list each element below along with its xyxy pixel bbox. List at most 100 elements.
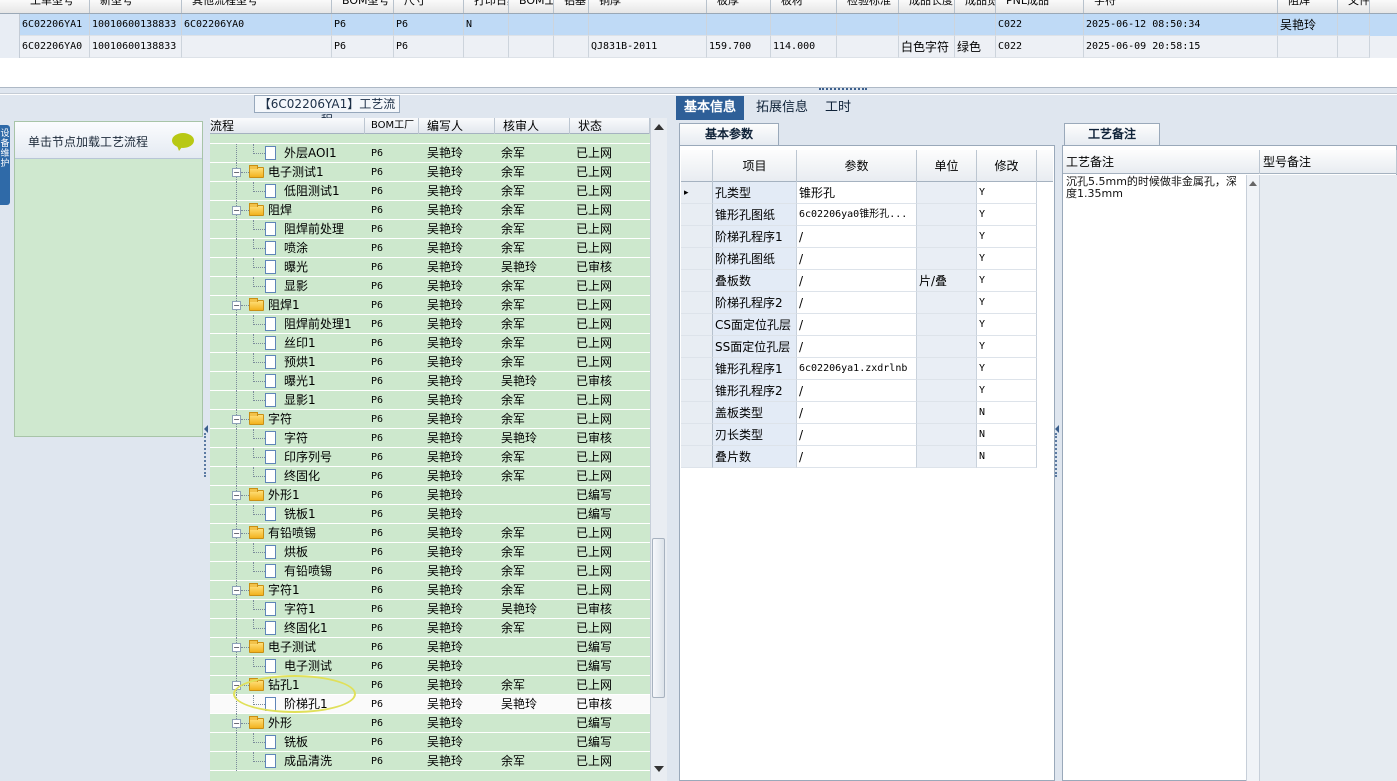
table-row[interactable]: − 外形 P6 吴艳玲 已编写 (210, 714, 650, 733)
table-row[interactable]: − 电子测试1 P6 吴艳玲 余军 已上网 (210, 163, 650, 182)
table-row[interactable]: 外层AOI1 P6 吴艳玲 余军 已上网 (210, 144, 650, 163)
col-header[interactable]: 板厚 (707, 0, 771, 13)
splitter-grip-icon[interactable] (819, 88, 867, 92)
row-selector[interactable] (681, 270, 713, 292)
table-row[interactable]: 阶梯孔图纸 / Y (681, 248, 1053, 270)
col-header[interactable]: 铝基 (554, 0, 589, 13)
table-row[interactable]: 锥形孔程序1 6c02206ya1.zxdrlnb Y (681, 358, 1053, 380)
process-remark-text[interactable]: 沉孔5.5mm的时候做非金属孔，深度1.35mm (1064, 176, 1246, 781)
tab-basic-params[interactable]: 基本参数 (679, 123, 779, 145)
col-header[interactable]: 成品宽度 (955, 0, 996, 13)
table-row[interactable]: 低阻测试1 P6 吴艳玲 余军 已上网 (210, 182, 650, 201)
row-selector[interactable] (681, 380, 713, 402)
col-writer[interactable]: 编写人 (419, 118, 495, 134)
col-header[interactable]: 打印日期 (464, 0, 509, 13)
table-row[interactable]: 6C02206YA1 10010600138833 6C02206YA0 P6 … (0, 14, 1397, 36)
table-row[interactable]: 丝印1 P6 吴艳玲 余军 已上网 (210, 334, 650, 353)
table-row[interactable]: 有铅喷锡 P6 吴艳玲 余军 已上网 (210, 562, 650, 581)
param-value[interactable]: 锥形孔 (797, 182, 917, 204)
scroll-up-icon[interactable] (654, 124, 664, 130)
table-row[interactable]: 锥形孔图纸 6c02206ya0锥形孔... Y (681, 204, 1053, 226)
table-row[interactable]: 显影 P6 吴艳玲 余军 已上网 (210, 277, 650, 296)
table-row[interactable]: 阻焊前处理 P6 吴艳玲 余军 已上网 (210, 220, 650, 239)
table-row[interactable]: 阶梯孔程序2/ Y (681, 292, 1053, 314)
collapse-node-icon[interactable]: − (232, 529, 241, 538)
table-row[interactable]: 铣板 P6 吴艳玲 已编写 (210, 733, 650, 752)
col-header[interactable]: 板材 (771, 0, 837, 13)
collapse-icon[interactable] (1055, 425, 1059, 433)
col-status[interactable]: 状态 (570, 118, 650, 134)
row-selector[interactable] (0, 14, 20, 36)
param-value[interactable]: / (797, 270, 917, 292)
param-value[interactable]: / (797, 292, 917, 314)
horizontal-splitter[interactable] (0, 87, 1397, 94)
collapse-node-icon[interactable]: − (232, 415, 241, 424)
col-reviewer[interactable]: 核审人 (495, 118, 570, 134)
col-model-remark[interactable]: 型号备注 (1260, 150, 1397, 174)
table-row[interactable]: CS面定位孔层 / Y (681, 314, 1053, 336)
table-row[interactable] (210, 134, 650, 144)
col-header[interactable]: 阻焊 (1278, 0, 1338, 13)
table-row[interactable]: 电子测试 P6 吴艳玲 已编写 (210, 657, 650, 676)
table-row[interactable]: − 字符 P6 吴艳玲 余军 已上网 (210, 410, 650, 429)
splitter-grip-icon[interactable] (204, 433, 207, 477)
col-bom[interactable]: BOM工厂 (365, 118, 419, 134)
param-value[interactable]: 6c02206ya0锥形孔... (797, 204, 917, 226)
col-item[interactable]: 项目 (713, 150, 797, 182)
col-header[interactable]: 尺寸 (394, 0, 464, 13)
table-row[interactable]: 曝光1 P6 吴艳玲 吴艳玲 已审核 (210, 372, 650, 391)
collapse-node-icon[interactable]: − (232, 168, 241, 177)
table-row[interactable]: 6C02206YA0 10010600138833 P6 P6 QJ831B-2… (0, 36, 1397, 58)
collapse-node-icon[interactable]: − (232, 206, 241, 215)
table-row[interactable]: 曝光 P6 吴艳玲 吴艳玲 已审核 (210, 258, 650, 277)
tab-process-remarks[interactable]: 工艺备注 (1064, 123, 1160, 145)
col-modify[interactable]: 修改 (977, 150, 1037, 182)
table-row[interactable]: 预烘1 P6 吴艳玲 余军 已上网 (210, 353, 650, 372)
row-selector[interactable]: ▸ (681, 182, 713, 204)
table-row[interactable]: − 电子测试 P6 吴艳玲 已编写 (210, 638, 650, 657)
table-row[interactable]: 叠片数 / N (681, 446, 1053, 468)
splitter-grip-icon[interactable] (1055, 433, 1058, 477)
collapse-node-icon[interactable]: − (232, 719, 241, 728)
scroll-up-icon[interactable] (1249, 181, 1257, 186)
table-row[interactable]: − 阻焊1 P6 吴艳玲 余军 已上网 (210, 296, 650, 315)
col-param[interactable]: 参数 (797, 150, 917, 182)
scroll-down-icon[interactable] (654, 766, 664, 772)
tab-basic-info[interactable]: 基本信息 (676, 96, 745, 120)
col-flow[interactable]: 流程 (210, 118, 365, 134)
table-row[interactable]: 字符1 P6 吴艳玲 吴艳玲 已审核 (210, 600, 650, 619)
col-header[interactable]: PNL成品 (996, 0, 1084, 13)
table-row[interactable]: 显影1 P6 吴艳玲 余军 已上网 (210, 391, 650, 410)
table-row[interactable]: ▸ 孔类型 锥形孔 Y (681, 182, 1053, 204)
table-row[interactable]: 阶梯孔程序1/ Y (681, 226, 1053, 248)
table-row[interactable]: 盖板类型 / N (681, 402, 1053, 424)
param-value[interactable]: / (797, 424, 917, 446)
row-selector[interactable] (681, 314, 713, 336)
row-selector[interactable] (681, 336, 713, 358)
param-value[interactable]: / (797, 402, 917, 424)
row-selector[interactable] (681, 226, 713, 248)
model-remark-cell[interactable] (1260, 175, 1397, 781)
table-row[interactable]: 字符 P6 吴艳玲 吴艳玲 已审核 (210, 429, 650, 448)
table-row[interactable]: − 有铅喷锡 P6 吴艳玲 余军 已上网 (210, 524, 650, 543)
table-row[interactable]: − 字符1 P6 吴艳玲 余军 已上网 (210, 581, 650, 600)
table-row[interactable]: 阻焊前处理1 P6 吴艳玲 余军 已上网 (210, 315, 650, 334)
table-row[interactable]: SS面定位孔层 / Y (681, 336, 1053, 358)
row-selector[interactable] (681, 204, 713, 226)
col-header[interactable]: BOM型号 (332, 0, 394, 13)
table-row[interactable]: 印序列号 P6 吴艳玲 余军 已上网 (210, 448, 650, 467)
table-row[interactable]: 锥形孔程序2/ Y (681, 380, 1053, 402)
row-selector[interactable] (681, 402, 713, 424)
param-value[interactable]: / (797, 314, 917, 336)
col-header[interactable]: BOM工厂 (509, 0, 554, 13)
row-selector[interactable] (681, 358, 713, 380)
collapse-node-icon[interactable]: − (232, 301, 241, 310)
remark-scrollbar[interactable] (1246, 175, 1260, 781)
col-header[interactable]: 检验标准 (837, 0, 899, 13)
collapse-node-icon[interactable]: − (232, 491, 241, 500)
table-row[interactable]: 成品清洗 P6 吴艳玲 余军 已上网 (210, 752, 650, 771)
table-row[interactable]: 喷涂 P6 吴艳玲 余军 已上网 (210, 239, 650, 258)
col-header[interactable]: 铜厚 (589, 0, 707, 13)
col-process-remark[interactable]: 工艺备注 (1063, 150, 1260, 174)
tab-extended-info[interactable]: 拓展信息 (748, 96, 816, 120)
